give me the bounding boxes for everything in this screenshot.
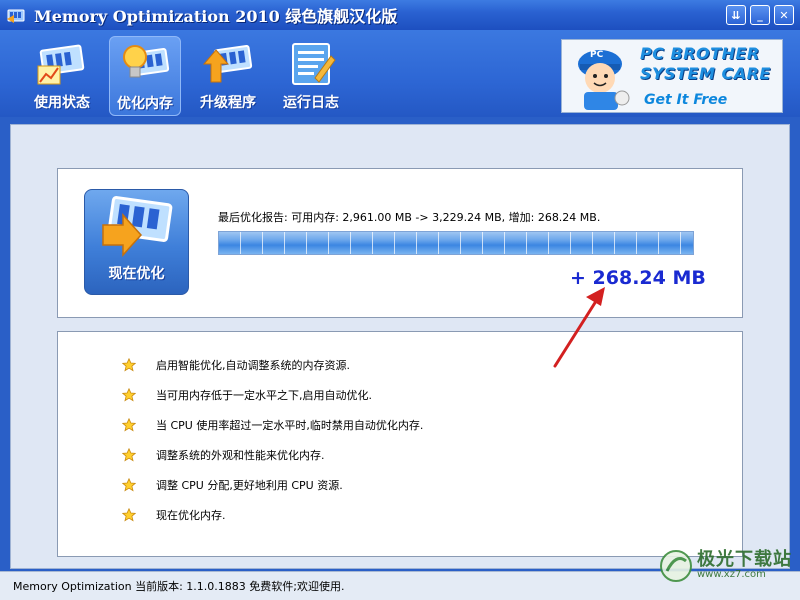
optimize-memory-icon <box>101 196 172 257</box>
optimize-now-label: 现在优化 <box>108 266 165 282</box>
log-notepad-icon <box>292 43 336 85</box>
toolbar: 使用状态 优化内存 升级程序 运行日志 PC PC BROTHER SYSTEM… <box>0 30 800 117</box>
title-bar: Memory Optimization 2010 绿色旗舰汉化版 ⇊ _ ✕ <box>0 0 800 30</box>
optimize-panel: 现在优化 最后优化报告: 可用内存: 2,961.00 MB -> 3,229.… <box>57 168 743 318</box>
features-panel: 启用智能优化,自动调整系统的内存资源. 当可用内存低于一定水平之下,启用自动优化.… <box>57 331 743 557</box>
pc-brother-banner[interactable]: PC PC BROTHER SYSTEM CARE Get It Free <box>561 39 783 113</box>
watermark-title: 极光下载站 <box>697 549 792 571</box>
star-icon <box>122 418 136 432</box>
feature-item: 调整系统的外观和性能来优化内存. <box>122 440 423 470</box>
star-icon <box>122 478 136 492</box>
feature-text: 启用智能优化,自动调整系统的内存资源. <box>156 359 350 372</box>
banner-line-2: SYSTEM CARE <box>640 64 771 83</box>
star-icon <box>122 358 136 372</box>
bulb-memory-icon <box>123 45 170 78</box>
status-text: Memory Optimization 当前版本: 1.1.0.1883 免费软… <box>13 580 345 593</box>
star-icon <box>122 388 136 402</box>
banner-line-1: PC BROTHER <box>640 44 760 63</box>
memory-gain-text: + 268.24 MB <box>570 267 706 289</box>
close-icon: ✕ <box>779 8 789 22</box>
tab-optimize-memory-label: 优化内存 <box>117 96 173 112</box>
menu-icon: ⇊ <box>731 8 741 22</box>
feature-item: 当可用内存低于一定水平之下,启用自动优化. <box>122 380 423 410</box>
optimize-now-button[interactable]: 现在优化 <box>84 189 189 295</box>
feature-text: 调整系统的外观和性能来优化内存. <box>156 449 325 462</box>
tab-upgrade-label: 升级程序 <box>200 95 256 111</box>
chart-memory-icon <box>37 44 85 85</box>
feature-item: 现在优化内存. <box>122 500 423 530</box>
tab-run-log-label: 运行日志 <box>283 95 339 111</box>
banner-line-3: Get It Free <box>644 92 728 108</box>
app-icon <box>6 5 28 25</box>
feature-text: 调整 CPU 分配,更好地利用 CPU 资源. <box>156 479 343 492</box>
optimize-progress-fill <box>219 232 693 254</box>
feature-list: 启用智能优化,自动调整系统的内存资源. 当可用内存低于一定水平之下,启用自动优化.… <box>122 350 423 530</box>
feature-text: 当 CPU 使用率超过一定水平时,临时禁用自动优化内存. <box>156 419 424 432</box>
main-area: 现在优化 最后优化报告: 可用内存: 2,961.00 MB -> 3,229.… <box>10 124 790 569</box>
star-icon <box>122 508 136 522</box>
tab-usage-status-label: 使用状态 <box>34 95 90 111</box>
minimize-button[interactable]: _ <box>750 5 770 25</box>
minimize-icon: _ <box>757 8 763 22</box>
watermark-url: www.xz7.com <box>697 569 766 581</box>
window-title: Memory Optimization 2010 绿色旗舰汉化版 <box>34 7 398 26</box>
star-icon <box>122 448 136 462</box>
watermark-logo-icon <box>660 550 692 582</box>
tab-run-log[interactable]: 运行日志 <box>275 36 347 116</box>
feature-item: 当 CPU 使用率超过一定水平时,临时禁用自动优化内存. <box>122 410 423 440</box>
feature-text: 现在优化内存. <box>156 509 226 522</box>
upgrade-memory-icon <box>202 44 253 83</box>
feature-text: 当可用内存低于一定水平之下,启用自动优化. <box>156 389 372 402</box>
feature-item: 调整 CPU 分配,更好地利用 CPU 资源. <box>122 470 423 500</box>
site-watermark: 极光下载站 www.xz7.com <box>659 549 792 583</box>
feature-item: 启用智能优化,自动调整系统的内存资源. <box>122 350 423 380</box>
menu-button[interactable]: ⇊ <box>726 5 746 25</box>
tab-usage-status[interactable]: 使用状态 <box>26 36 98 116</box>
tab-upgrade[interactable]: 升级程序 <box>192 36 264 116</box>
last-report-text: 最后优化报告: 可用内存: 2,961.00 MB -> 3,229.24 MB… <box>218 211 601 224</box>
close-button[interactable]: ✕ <box>774 5 794 25</box>
mascot-cap-text: PC <box>590 50 604 60</box>
optimize-progress-bar <box>218 231 694 255</box>
tab-optimize-memory[interactable]: 优化内存 <box>109 36 181 116</box>
